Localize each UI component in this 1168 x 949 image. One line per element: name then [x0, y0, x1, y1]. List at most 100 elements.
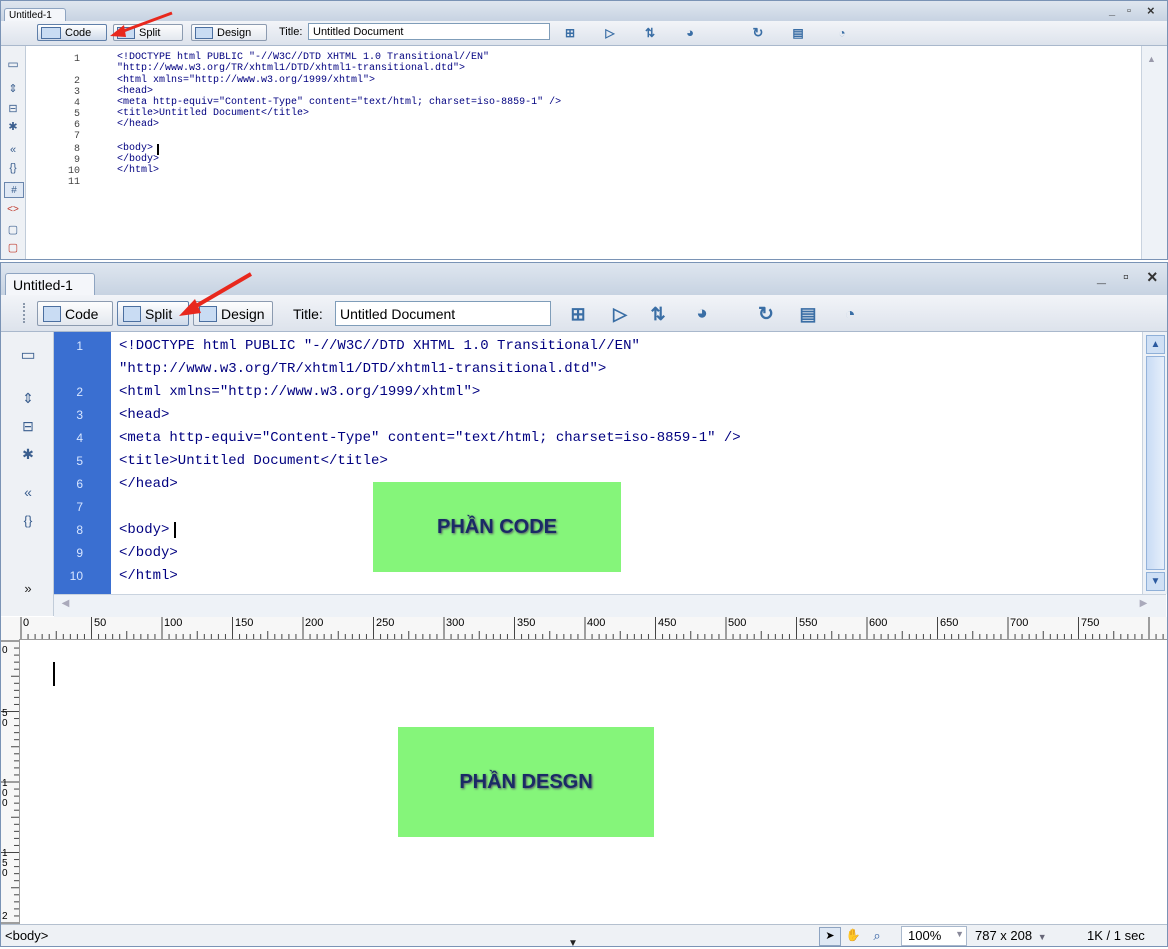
more-options-icon[interactable]: »	[17, 578, 39, 598]
code-line: <body>	[117, 143, 154, 154]
select-parent-tag-icon[interactable]: «	[17, 482, 39, 502]
minimize-button[interactable]: _	[1097, 269, 1106, 287]
zoom-tool-icon[interactable]: ⌕	[867, 927, 887, 944]
top-code-editor[interactable]: <!DOCTYPE html PUBLIC "-//W3C//DTD XHTML…	[117, 52, 1147, 252]
file-management-icon[interactable]: ⇅	[637, 24, 663, 41]
validate-icon[interactable]: ⊞	[557, 24, 583, 41]
design-view-label: Design	[217, 26, 252, 39]
vertical-ruler[interactable]: 0 50 100 150 2	[1, 639, 20, 925]
restore-button[interactable]: ▫	[1127, 5, 1131, 17]
top-vertical-scrollbar[interactable]: ▲	[1141, 46, 1167, 259]
preview-icon[interactable]: ▷	[603, 302, 637, 326]
minimize-button[interactable]: _	[1109, 5, 1115, 17]
open-documents-icon[interactable]: ▭	[17, 344, 39, 366]
collapse-selection-icon[interactable]: ⊟	[4, 100, 22, 116]
tag-selector[interactable]: <body>	[5, 928, 48, 943]
bottom-vertical-scrollbar[interactable]: ▲ ▼	[1142, 332, 1167, 594]
scroll-down-arrow-icon[interactable]: ▼	[1146, 572, 1165, 591]
file-management-icon[interactable]: ⇅	[641, 302, 675, 326]
ruler-label: 750	[1081, 617, 1100, 629]
zoom-select[interactable]: 100% ▼	[901, 926, 967, 946]
bottom-coding-toolbar: ▭ ⇕ ⊟ ✱ « {} »	[1, 332, 54, 616]
expand-all-icon[interactable]: ✱	[4, 118, 22, 134]
browser-preview-icon[interactable]: ◕	[677, 24, 703, 41]
line-number: 7	[76, 500, 83, 514]
top-coding-toolbar: ▭ ⇕ ⊟ ✱ « {} # <> ▢ ▢	[1, 46, 26, 259]
visual-aids-icon[interactable]: ◔	[827, 24, 857, 41]
line-number: 10	[69, 569, 83, 583]
ruler-label: 100	[2, 778, 8, 809]
collapse-selection-icon[interactable]: ⊟	[17, 416, 39, 436]
chevron-down-icon: ▼	[1037, 932, 1047, 942]
code-line: <head>	[119, 407, 170, 423]
balance-braces-icon[interactable]: {}	[17, 510, 39, 530]
scroll-up-arrow-icon[interactable]: ▲	[1147, 54, 1156, 64]
ruler-label: 550	[799, 617, 818, 629]
scroll-right-arrow-icon[interactable]: ▶	[1136, 598, 1151, 613]
code-view-button[interactable]: Code	[37, 24, 107, 41]
browser-preview-icon[interactable]: ◕	[685, 302, 719, 326]
open-documents-icon[interactable]: ▭	[4, 56, 22, 72]
code-line: </body>	[119, 545, 178, 561]
scroll-left-arrow-icon[interactable]: ◀	[58, 598, 73, 613]
refresh-icon[interactable]: ↻	[745, 24, 771, 41]
window-size-select[interactable]: 787 x 208 ▼	[975, 928, 1047, 943]
design-cursor	[53, 662, 55, 686]
restore-button[interactable]: ▫	[1123, 269, 1129, 287]
code-line: <html xmlns="http://www.w3.org/1999/xhtm…	[119, 384, 481, 400]
scroll-down-marker-icon: ▼	[568, 938, 578, 949]
ruler-label: 300	[446, 617, 465, 629]
line-numbers-icon[interactable]: #	[4, 182, 24, 198]
refresh-icon[interactable]: ↻	[751, 302, 781, 326]
document-title-input[interactable]	[335, 301, 551, 326]
line-number: 4	[73, 98, 80, 109]
split-view-icon	[123, 305, 141, 322]
design-view-button[interactable]: Design	[191, 24, 267, 41]
line-number: 6	[73, 120, 80, 131]
scroll-up-arrow-icon[interactable]: ▲	[1146, 335, 1165, 354]
collapse-tag-icon[interactable]: ⇕	[17, 388, 39, 408]
hand-tool-icon[interactable]: ✋	[843, 927, 863, 944]
code-line: </body>	[117, 154, 160, 165]
close-button[interactable]: ×	[1147, 267, 1158, 288]
status-bar: <body> ➤ ✋ ⌕ 100% ▼ 787 x 208 ▼ 1K / 1 s…	[1, 924, 1167, 946]
code-line: </html>	[119, 568, 178, 584]
code-line: <!DOCTYPE html PUBLIC "-//W3C//DTD XHTML…	[117, 52, 490, 63]
validate-icon[interactable]: ⊞	[561, 302, 595, 326]
ruler-label: 500	[728, 617, 747, 629]
remove-comment-icon[interactable]: ▢	[4, 240, 22, 254]
text-cursor	[174, 522, 176, 538]
document-title-input[interactable]	[308, 23, 550, 40]
highlight-invalid-icon[interactable]: <>	[4, 202, 22, 216]
close-button[interactable]: ×	[1147, 3, 1155, 18]
view-options-icon[interactable]: ▤	[791, 302, 825, 326]
title-label: Title:	[279, 26, 303, 38]
balance-braces-icon[interactable]: {}	[4, 160, 22, 176]
line-number: 3	[76, 408, 83, 422]
line-number: 8	[73, 144, 80, 155]
scroll-thumb[interactable]	[1146, 356, 1165, 570]
code-line: <title>Untitled Document</title>	[119, 453, 388, 469]
line-number: 5	[76, 454, 83, 468]
horizontal-ruler[interactable]: 0 50 100 150 200 250 300 350 400 450 500…	[1, 617, 1167, 640]
red-arrow-annotation	[179, 272, 253, 316]
apply-comment-icon[interactable]: ▢	[4, 222, 22, 236]
bottom-document-tab[interactable]: Untitled-1	[5, 273, 95, 295]
expand-all-icon[interactable]: ✱	[17, 444, 39, 464]
collapse-tag-icon[interactable]: ⇕	[4, 80, 22, 96]
code-line: <title>Untitled Document</title>	[117, 108, 310, 119]
code-view-label: Code	[65, 26, 92, 39]
select-tool-icon[interactable]: ➤	[819, 927, 841, 946]
code-line: <html xmlns="http://www.w3.org/1999/xhtm…	[117, 75, 376, 86]
code-view-button[interactable]: Code	[37, 301, 113, 326]
bottom-horizontal-scrollbar[interactable]: ◀ ▶	[54, 594, 1166, 617]
zoom-value: 100%	[908, 928, 942, 943]
select-parent-tag-icon[interactable]: «	[4, 142, 22, 158]
top-document-tab[interactable]: Untitled-1	[4, 8, 66, 21]
preview-icon[interactable]: ▷	[597, 24, 623, 41]
visual-aids-icon[interactable]: ◔	[831, 302, 869, 326]
view-options-icon[interactable]: ▤	[785, 24, 811, 41]
line-number: 11	[67, 177, 80, 188]
bottom-code-editor[interactable]: <!DOCTYPE html PUBLIC "-//W3C//DTD XHTML…	[119, 338, 1139, 596]
ruler-label: 650	[940, 617, 959, 629]
